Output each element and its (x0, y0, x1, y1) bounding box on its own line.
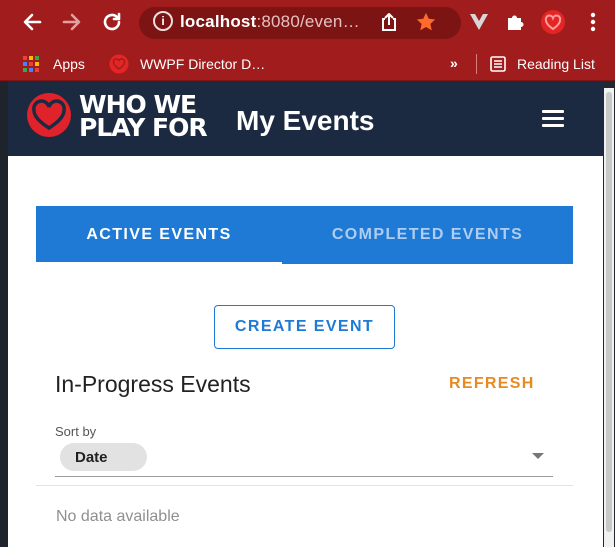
bookmarks-overflow-chevron[interactable]: » (450, 55, 458, 71)
section-title: In-Progress Events (55, 371, 251, 397)
logo-wordmark[interactable]: WHO WE PLAY FOR (79, 92, 208, 142)
window-frame-left (0, 81, 8, 547)
url-text[interactable]: localhost:8080/even… (180, 12, 360, 32)
tab-completed-events[interactable]: COMPLETED EVENTS (282, 206, 573, 264)
browser-menu-icon[interactable] (584, 10, 602, 34)
bookmark-star-icon[interactable] (414, 9, 438, 35)
logo-heart-icon[interactable] (26, 92, 72, 138)
sort-select-underline (55, 476, 553, 477)
profile-avatar-icon[interactable] (540, 9, 566, 35)
tab-active-events[interactable]: ACTIVE EVENTS (36, 206, 282, 264)
bookmarks-divider (476, 54, 477, 74)
share-icon[interactable] (378, 10, 400, 34)
empty-state-text: No data available (56, 508, 180, 525)
scrollbar-thumb[interactable] (606, 92, 612, 532)
reading-list-icon[interactable] (489, 55, 507, 73)
hamburger-menu-icon[interactable] (542, 110, 564, 127)
reload-icon[interactable] (100, 8, 124, 36)
wwpf-favicon-icon (109, 54, 129, 74)
sort-by-label: Sort by (55, 424, 97, 439)
page-viewport: WHO WE PLAY FOR My Events ACTIVE EVENTS … (8, 81, 603, 547)
refresh-button[interactable]: REFRESH (449, 375, 535, 393)
logo-line-2: PLAY FOR (79, 113, 208, 142)
table-divider (36, 485, 573, 486)
apps-grid-icon[interactable] (22, 55, 40, 73)
site-info-icon[interactable]: i (153, 11, 173, 31)
events-tabs: ACTIVE EVENTS COMPLETED EVENTS (36, 206, 573, 264)
back-icon[interactable] (20, 8, 44, 36)
bookmark-apps[interactable]: Apps (53, 56, 85, 72)
forward-icon[interactable] (60, 8, 84, 36)
dropdown-arrow-icon[interactable] (532, 453, 544, 459)
extensions-puzzle-icon[interactable] (504, 10, 526, 34)
bookmark-reading-list[interactable]: Reading List (517, 56, 595, 72)
vue-devtools-icon[interactable] (468, 10, 490, 34)
create-event-button[interactable]: CREATE EVENT (214, 305, 395, 349)
app-navbar: WHO WE PLAY FOR My Events (8, 81, 603, 156)
bookmark-wwpf-director[interactable]: WWPF Director D… (140, 56, 265, 72)
sort-select-value[interactable]: Date (60, 443, 147, 471)
page-title: My Events (236, 105, 375, 136)
active-tab-indicator (36, 262, 282, 264)
